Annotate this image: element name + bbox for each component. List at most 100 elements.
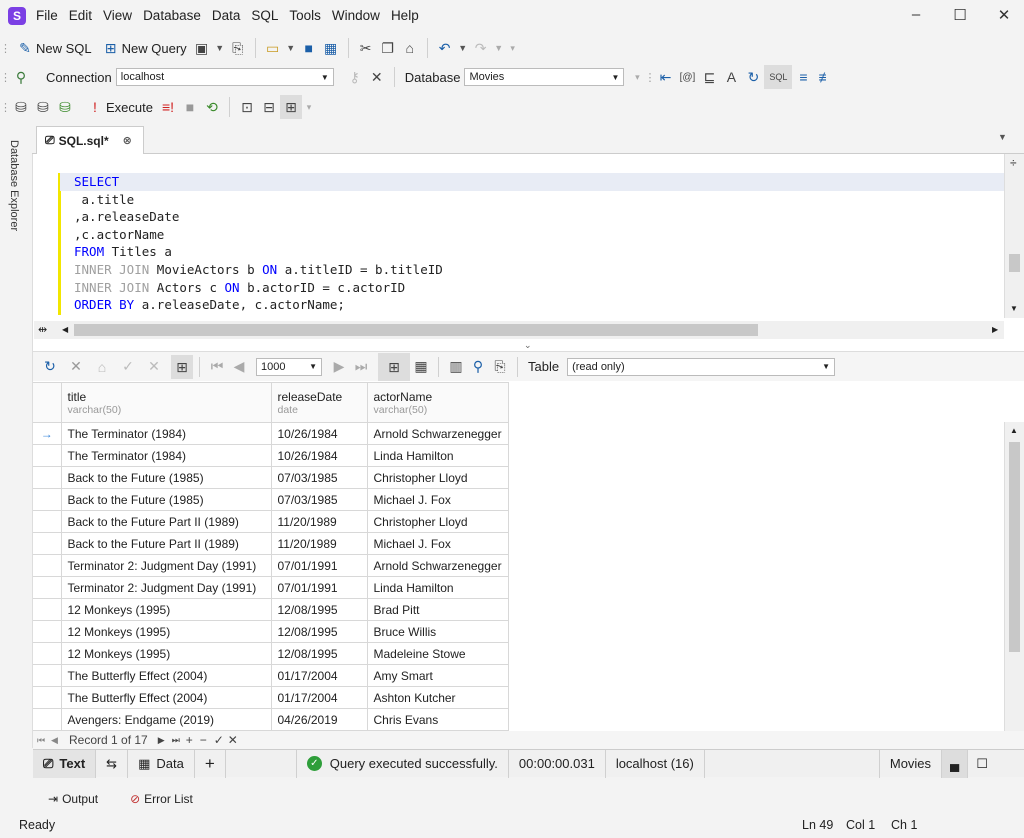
toolbar-overflow-icon[interactable]: ▾ (630, 72, 644, 83)
table-row[interactable]: Back to the Future Part II (1989) 11/20/1… (33, 532, 509, 555)
card-view-icon[interactable]: ▦ (410, 358, 432, 375)
title-cell[interactable]: Avengers: Endgame (2019) (60, 708, 272, 731)
sql-editor[interactable]: SELECT a.title ,a.releaseDate ,c.actorNa… (60, 173, 1004, 321)
execute-current-icon[interactable]: ≡! (157, 99, 179, 115)
copy-icon[interactable]: ❐ (377, 40, 399, 57)
grid-vertical-scrollbar[interactable]: ▲ (1004, 422, 1024, 732)
refresh-connection-icon[interactable]: ✕ (366, 69, 388, 86)
maximize-icon[interactable]: ☐ (950, 6, 970, 26)
view-mode-select[interactable]: (read only) ▼ (567, 357, 836, 376)
first-record-icon[interactable]: ⏮ (37, 735, 51, 746)
table-row[interactable]: The Terminator (1984) 10/26/1984 Linda Ham… (33, 444, 509, 467)
database-explorer-panel[interactable]: Database Explorer (0, 126, 32, 816)
toolbar-overflow-icon[interactable]: ▾ (302, 102, 316, 113)
open-dropdown-icon[interactable]: ▼ (284, 43, 298, 53)
releasedate-cell[interactable]: 07/01/1991 (270, 576, 368, 599)
find-icon[interactable]: ⚲ (467, 358, 489, 375)
execute-button[interactable]: ! Execute (84, 95, 157, 119)
column-header-releasedate[interactable]: releaseDate date (270, 382, 368, 423)
toolbar-grip[interactable]: ⋮ (0, 71, 11, 84)
columns-icon[interactable]: ▥ (445, 358, 467, 375)
menu-database[interactable]: Database (143, 8, 201, 23)
redo-icon[interactable]: ↷ (470, 40, 492, 57)
text-case-icon[interactable]: A (720, 69, 742, 85)
actorname-cell[interactable]: Michael J. Fox (366, 532, 509, 555)
sql-mode-icon[interactable]: SQL (764, 65, 793, 89)
scroll-up-icon[interactable]: ▲ (1010, 426, 1018, 435)
new-file-icon[interactable]: ⎘ (227, 40, 249, 57)
save-icon[interactable]: ■ (298, 40, 320, 56)
column-header-title[interactable]: title varchar(50) (60, 382, 272, 423)
split-icon[interactable]: ÷ (1010, 156, 1017, 170)
cut-icon[interactable]: ✂ (355, 40, 377, 57)
database-select[interactable]: Movies ▼ (464, 68, 625, 86)
title-cell[interactable]: Terminator 2: Judgment Day (1991) (60, 576, 272, 599)
actorname-cell[interactable]: Linda Hamilton (366, 576, 509, 599)
last-record-icon[interactable]: ⏭ (172, 735, 186, 746)
splitter-chevron-icon[interactable]: ⌄ (524, 340, 532, 351)
database-settings-icon[interactable]: ⛁ (32, 99, 54, 116)
title-cell[interactable]: 12 Monkeys (1995) (60, 598, 272, 621)
title-cell[interactable]: The Butterfly Effect (2004) (60, 686, 272, 709)
text-tab[interactable]: ⎚ Text (33, 749, 97, 778)
title-cell[interactable]: Back to the Future Part II (1989) (60, 532, 272, 555)
table-row[interactable]: Avengers: Endgame (2019) 04/26/2019 Chris … (33, 708, 509, 731)
add-tab-button[interactable]: + (195, 749, 226, 778)
title-cell[interactable]: Back to the Future (1985) (60, 466, 272, 489)
table-row[interactable]: 12 Monkeys (1995) 12/08/1995 Bruce Willis (33, 620, 509, 643)
grid-view-icon[interactable]: ⊞ (171, 354, 193, 379)
title-cell[interactable]: Back to the Future (1985) (60, 488, 272, 511)
actorname-cell[interactable]: Christopher Lloyd (366, 510, 509, 533)
editor-vertical-scrollbar[interactable]: ÷ ▼ (1004, 154, 1024, 318)
open-folder-icon[interactable]: ▭ (262, 40, 284, 57)
delete-row-icon[interactable]: ✕ (65, 358, 87, 375)
refresh-results-icon[interactable]: ↻ (39, 358, 61, 375)
tab-list-chevron-icon[interactable]: ▼ (998, 132, 1007, 142)
releasedate-cell[interactable]: 07/03/1985 (270, 466, 368, 489)
scroll-thumb[interactable] (1009, 442, 1020, 652)
next-record-icon[interactable]: ▶ (158, 735, 172, 746)
releasedate-cell[interactable]: 12/08/1995 (270, 642, 368, 665)
uncomment-icon[interactable]: ≢ (814, 69, 836, 85)
menu-tools[interactable]: Tools (289, 8, 321, 23)
history-icon[interactable]: ⟲ (201, 99, 223, 116)
scroll-left-icon[interactable]: ◀ (62, 325, 68, 334)
results-grid-icon[interactable]: ⊞ (279, 95, 302, 119)
toolbar-grip[interactable]: ⋮ (644, 71, 655, 84)
title-cell[interactable]: The Butterfly Effect (2004) (60, 664, 272, 687)
disconnect-icon[interactable]: ⚷ (344, 69, 366, 86)
layout-full-button[interactable]: ☐ (968, 750, 996, 778)
table-row[interactable]: → The Terminator (1984) 10/26/1984 Arnold S… (33, 422, 509, 445)
actorname-cell[interactable]: Michael J. Fox (366, 488, 509, 511)
close-icon[interactable]: ✕ (994, 6, 1014, 26)
title-cell[interactable]: The Terminator (1984) (60, 422, 272, 445)
database-check-icon[interactable]: ⛁ (54, 99, 76, 116)
title-cell[interactable]: 12 Monkeys (1995) (60, 620, 272, 643)
column-header-actorname[interactable]: actorName varchar(50) (366, 382, 509, 423)
confirm-record-icon[interactable]: ✓ (214, 733, 228, 747)
table-row[interactable]: 12 Monkeys (1995) 12/08/1995 Brad Pitt (33, 598, 509, 621)
releasedate-cell[interactable]: 07/03/1985 (270, 488, 368, 511)
results-grid[interactable]: title varchar(50) releaseDate date actorNa… (33, 382, 1004, 732)
releasedate-cell[interactable]: 01/17/2004 (270, 664, 368, 687)
actorname-cell[interactable]: Arnold Schwarzenegger (366, 554, 509, 577)
paste-icon[interactable]: ⌂ (399, 40, 421, 56)
menu-help[interactable]: Help (391, 8, 419, 23)
redo-dropdown-icon[interactable]: ▼ (492, 43, 506, 53)
insert-row-icon[interactable]: ⌂ (91, 359, 113, 375)
scroll-thumb[interactable] (1009, 254, 1020, 272)
close-tab-icon[interactable]: ⊗ (123, 134, 132, 147)
connect-icon[interactable]: ⚲ (10, 69, 32, 86)
database-explorer-label[interactable]: Database Explorer (8, 140, 20, 231)
menu-file[interactable]: File (36, 8, 58, 23)
scroll-down-icon[interactable]: ▼ (1010, 304, 1018, 313)
releasedate-cell[interactable]: 01/17/2004 (270, 686, 368, 709)
title-cell[interactable]: Back to the Future Part II (1989) (60, 510, 272, 533)
parameters-icon[interactable]: [@] (676, 72, 698, 83)
table-row[interactable]: Terminator 2: Judgment Day (1991) 07/01/1… (33, 554, 509, 577)
title-cell[interactable]: 12 Monkeys (1995) (60, 642, 272, 665)
new-query-button[interactable]: ⊞ New Query (96, 36, 191, 60)
title-cell[interactable]: Terminator 2: Judgment Day (1991) (60, 554, 272, 577)
toolbar-overflow-icon[interactable]: ▾ (506, 43, 520, 54)
actorname-cell[interactable]: Chris Evans (366, 708, 509, 731)
